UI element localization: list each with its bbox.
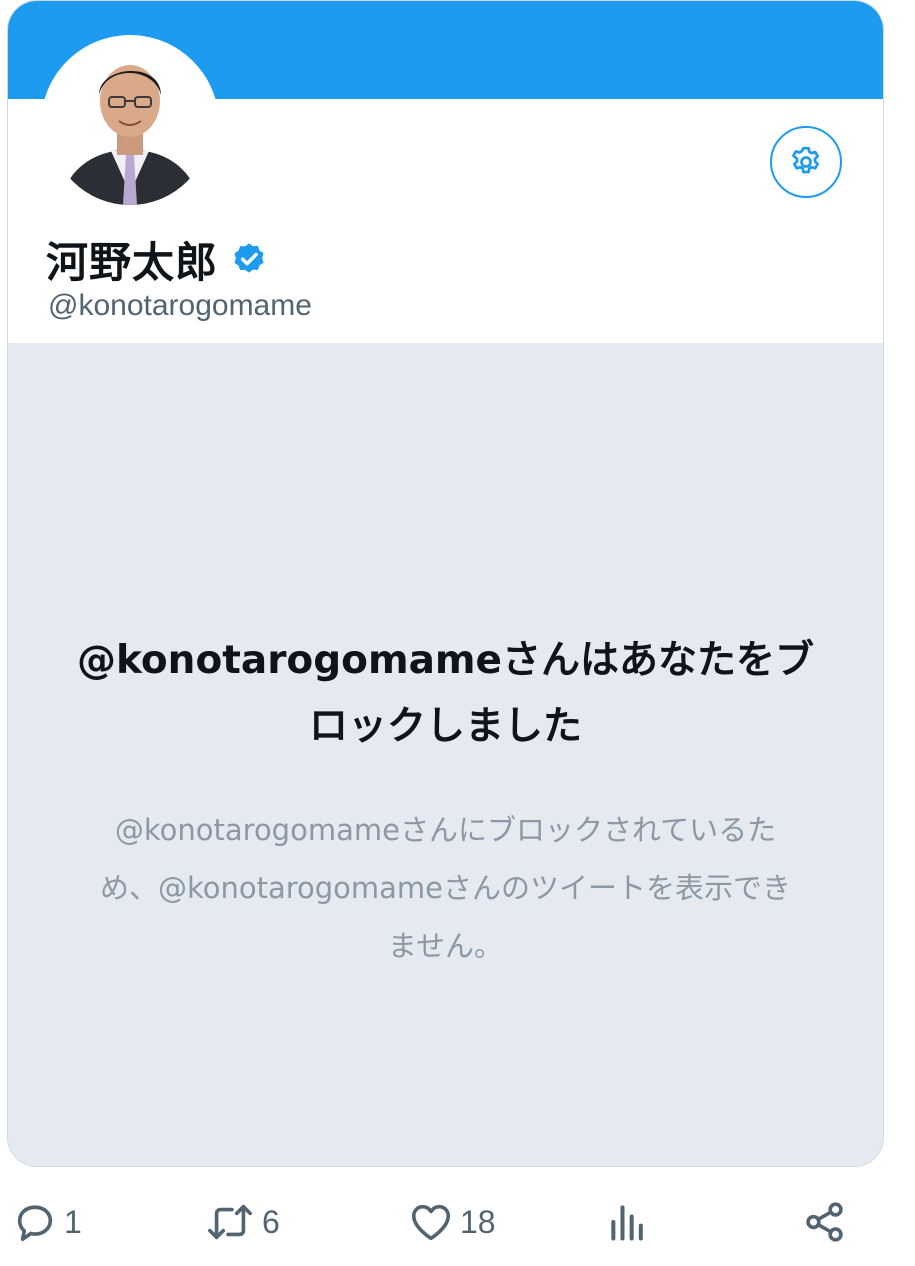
avatar[interactable] [49,43,211,205]
reply-button[interactable]: 1 [12,1192,82,1252]
like-count: 18 [460,1203,496,1240]
analytics-button[interactable] [606,1192,650,1252]
share-button[interactable] [802,1192,848,1252]
retweet-count: 6 [262,1203,280,1240]
analytics-icon [611,1205,643,1241]
like-button[interactable]: 18 [408,1192,496,1252]
name-row: 河野太郎 [46,229,268,290]
profile-card: 河野太郎 @konotarogomame @konotarogomameさんはあ… [7,0,884,1167]
gear-icon [792,146,820,174]
display-name: 河野太郎 [46,238,219,287]
profile-handle: @konotarogomame [48,289,312,322]
verified-badge-icon [230,241,268,279]
blocked-title: @konotarogomameさんはあなたをブロックしました [77,638,814,749]
avatar-photo [49,43,211,205]
blocked-notice: @konotarogomameさんはあなたをブロックしました @konotaro… [8,343,883,1166]
avatar-ring [41,35,219,213]
blocked-message: @konotarogomameさんにブロックされているため、@konotarog… [99,813,792,963]
reply-icon [17,1205,53,1242]
share-icon [806,1202,843,1242]
retweet-icon [208,1204,252,1240]
retweet-button[interactable]: 6 [204,1192,280,1252]
settings-button[interactable] [770,126,842,198]
heart-icon [411,1204,451,1241]
tweet-action-bar: 1 6 18 [0,1192,915,1252]
reply-count: 1 [64,1203,82,1240]
